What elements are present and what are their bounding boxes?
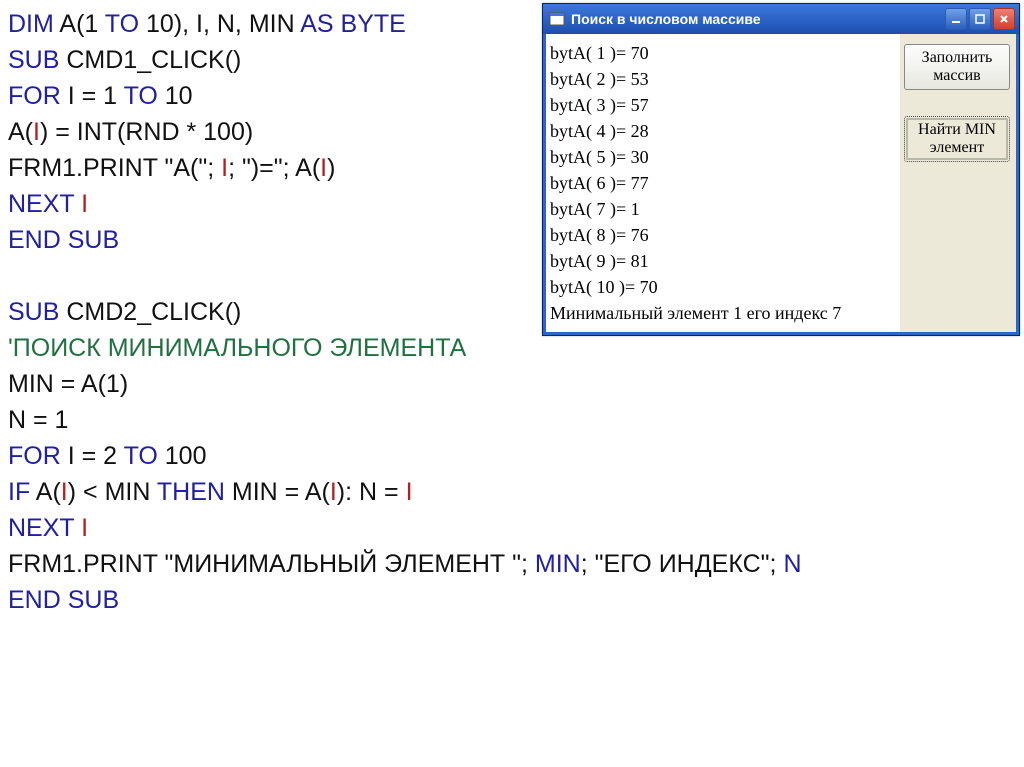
close-button[interactable] [993, 8, 1015, 30]
code-line: FOR I = 2 TO 100 [8, 438, 568, 474]
maximize-button[interactable] [969, 8, 991, 30]
output-line: bytA( 1 )= 70 [550, 40, 894, 66]
code-line: 'ПОИСК МИНИМАЛЬНОГО ЭЛЕМЕНТА [8, 330, 568, 366]
code-line: NEXT I [8, 510, 568, 546]
code-line: NEXT I [8, 186, 568, 222]
buttons-pane: Заполнить массив Найти MIN элемент [900, 34, 1016, 332]
code-line: SUB CMD2_CLICK() [8, 294, 568, 330]
output-line: bytA( 10 )= 70 [550, 274, 894, 300]
code-line: IF A(I) < MIN THEN MIN = A(I): N = I [8, 474, 568, 510]
minimize-button[interactable] [945, 8, 967, 30]
code-line: FRM1.PRINT "A("; I; ")="; A(I) [8, 150, 568, 186]
code-line: END SUB [8, 222, 568, 258]
code-line: SUB CMD1_CLICK() [8, 42, 568, 78]
output-line: bytA( 8 )= 76 [550, 222, 894, 248]
code-line: A(I) = INT(RND * 100) [8, 114, 568, 150]
title-buttons [945, 8, 1015, 30]
code-line: DIM A(1 TO 10), I, N, MIN AS BYTE [8, 6, 568, 42]
form-icon [549, 11, 565, 27]
output-line: bytA( 5 )= 30 [550, 144, 894, 170]
code-line: MIN = A(1) [8, 366, 568, 402]
app-window: Поиск в числовом массиве bytA( 1 )= 70 b… [542, 3, 1020, 336]
find-min-button[interactable]: Найти MIN элемент [904, 116, 1010, 162]
output-line: bytA( 2 )= 53 [550, 66, 894, 92]
result-line: Минимальный элемент 1 его индекс 7 [550, 300, 894, 326]
output-pane: bytA( 1 )= 70 bytA( 2 )= 53 bytA( 3 )= 5… [546, 34, 900, 332]
output-line: bytA( 7 )= 1 [550, 196, 894, 222]
code-line: FOR I = 1 TO 10 [8, 78, 568, 114]
code-listing: DIM A(1 TO 10), I, N, MIN AS BYTE SUB CM… [8, 6, 568, 618]
output-line: bytA( 9 )= 81 [550, 248, 894, 274]
code-line: N = 1 [8, 402, 568, 438]
code-line: FRM1.PRINT "МИНИМАЛЬНЫЙ ЭЛЕМЕНТ "; MIN; … [8, 546, 568, 582]
window-title: Поиск в числовом массиве [571, 11, 945, 27]
titlebar[interactable]: Поиск в числовом массиве [543, 4, 1019, 34]
output-line: bytA( 6 )= 77 [550, 170, 894, 196]
fill-array-button[interactable]: Заполнить массив [904, 44, 1010, 90]
code-line: END SUB [8, 582, 568, 618]
output-line: bytA( 3 )= 57 [550, 92, 894, 118]
output-line: bytA( 4 )= 28 [550, 118, 894, 144]
